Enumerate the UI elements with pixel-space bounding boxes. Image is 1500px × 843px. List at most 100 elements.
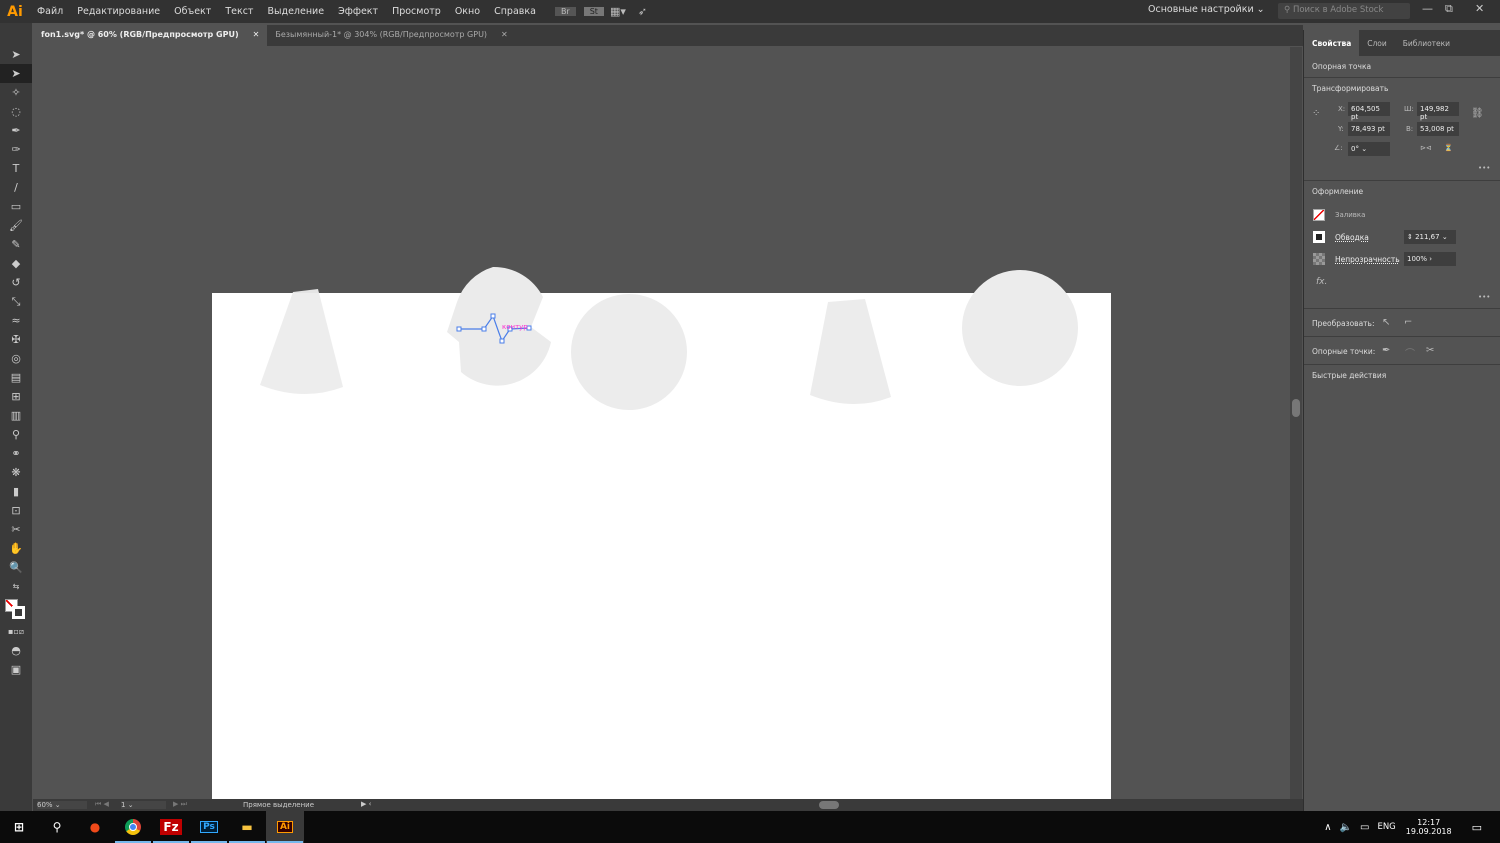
menu-edit[interactable]: Редактирование	[70, 6, 167, 17]
selection-tool-icon[interactable]: ➤	[0, 45, 32, 64]
first-artboard-icon[interactable]: ⏮ ◀	[95, 800, 109, 809]
hand-tool-icon[interactable]: ✋	[0, 539, 32, 558]
horizontal-scroll-thumb[interactable]	[819, 801, 839, 809]
tab-properties[interactable]: Свойства	[1304, 30, 1360, 56]
clock[interactable]: 12:17 19.09.2018	[1406, 818, 1452, 836]
close-icon[interactable]: ✕	[1475, 2, 1484, 15]
x-input[interactable]: 604,505 pt	[1348, 102, 1390, 121]
restore-icon[interactable]: ⧉	[1445, 2, 1453, 16]
mesh-tool-icon[interactable]: ⊞	[0, 387, 32, 406]
paintbrush-tool-icon[interactable]: 🖌	[0, 216, 32, 235]
gpu-performance-icon[interactable]: ➶	[632, 5, 653, 18]
blend-tool-icon[interactable]: ⚭	[0, 444, 32, 463]
pen-tool-icon[interactable]: ✒	[0, 121, 32, 140]
last-artboard-icon[interactable]: ▶ ⏭	[173, 800, 187, 809]
menu-effect[interactable]: Эффект	[331, 6, 385, 17]
stock-button[interactable]: St	[583, 7, 604, 16]
notifications-icon[interactable]: ▭	[1472, 821, 1482, 834]
scale-tool-icon[interactable]: ⤡	[0, 292, 32, 311]
filezilla-icon[interactable]: Fz	[152, 811, 190, 843]
y-input[interactable]: 78,493 pt	[1348, 122, 1390, 136]
gradient-tool-icon[interactable]: ▥	[0, 406, 32, 425]
minimize-icon[interactable]: —	[1422, 2, 1433, 15]
screen-mode-icon[interactable]: ▣	[0, 660, 32, 679]
tab-libraries[interactable]: Библиотеки	[1395, 30, 1458, 56]
shape-builder-tool-icon[interactable]: ◎	[0, 349, 32, 368]
workspace-switcher[interactable]: Основные настройки ⌄	[1148, 4, 1265, 15]
file-explorer-icon[interactable]: ▬	[228, 811, 266, 843]
fill-stroke-swatch[interactable]	[0, 596, 32, 622]
reference-point-icon[interactable]: ⁘	[1312, 108, 1320, 119]
close-tab-icon[interactable]: ✕	[501, 30, 508, 41]
lasso-tool-icon[interactable]: ◌	[0, 102, 32, 121]
vertical-scrollbar[interactable]	[1290, 47, 1302, 799]
menu-select[interactable]: Выделение	[260, 6, 331, 17]
convert-smooth-icon[interactable]: ⌐	[1404, 317, 1412, 328]
direct-selection-tool-icon[interactable]: ➤	[0, 64, 32, 83]
fx-button[interactable]: fx.	[1316, 277, 1327, 287]
connect-anchors-icon[interactable]: ⌒	[1405, 345, 1415, 360]
arrange-documents-icon[interactable]: ▦▾	[604, 5, 632, 18]
remove-anchor-icon[interactable]: ✒	[1382, 345, 1390, 356]
shaper-tool-icon[interactable]: ✎	[0, 235, 32, 254]
tray-chevron-icon[interactable]: ∧	[1324, 822, 1331, 833]
canvas[interactable]: контур	[33, 47, 1290, 799]
flip-horizontal-icon[interactable]: ⊳⊲	[1420, 144, 1432, 152]
magic-wand-tool-icon[interactable]: ✧	[0, 83, 32, 102]
chrome-icon[interactable]	[114, 811, 152, 843]
menu-help[interactable]: Справка	[487, 6, 543, 17]
artboard-select[interactable]: 1 ⌄	[121, 801, 166, 809]
illustrator-icon[interactable]: Ai	[266, 811, 304, 843]
tab-untitled[interactable]: Безымянный-1* @ 304% (RGB/Предпросмотр G…	[267, 25, 515, 46]
constrain-proportions-icon[interactable]: ⛓	[1471, 108, 1484, 119]
curvature-tool-icon[interactable]: ✑	[0, 140, 32, 159]
zoom-tool-icon[interactable]: 🔍	[0, 558, 32, 577]
tab-fon1[interactable]: fon1.svg* @ 60% (RGB/Предпросмотр GPU) ✕	[33, 25, 268, 46]
search-icon[interactable]: ⚲	[38, 811, 76, 843]
language-indicator[interactable]: ENG	[1377, 822, 1395, 832]
menu-object[interactable]: Объект	[167, 6, 218, 17]
height-input[interactable]: 53,008 pt	[1417, 122, 1459, 136]
rotate-tool-icon[interactable]: ↺	[0, 273, 32, 292]
more-options-icon[interactable]: •••	[1478, 293, 1490, 301]
type-tool-icon[interactable]: T	[0, 159, 32, 178]
flip-vertical-icon[interactable]: ⏳	[1444, 144, 1453, 152]
photoshop-icon[interactable]: Ps	[190, 811, 228, 843]
eyedropper-tool-icon[interactable]: ⚲	[0, 425, 32, 444]
column-graph-tool-icon[interactable]: ▮	[0, 482, 32, 501]
menu-text[interactable]: Текст	[218, 6, 260, 17]
start-button[interactable]: ⊞	[0, 811, 38, 843]
stock-search-input[interactable]: ⚲ Поиск в Adobe Stock	[1278, 3, 1410, 19]
symbol-sprayer-tool-icon[interactable]: ❋	[0, 463, 32, 482]
network-icon[interactable]: ▭	[1360, 822, 1369, 833]
scroll-thumb[interactable]	[1292, 399, 1300, 417]
opacity-input[interactable]: 100% ›	[1404, 252, 1456, 266]
tab-layers[interactable]: Слои	[1359, 30, 1395, 56]
draw-mode-icon[interactable]: ◓	[0, 641, 32, 660]
swap-fill-stroke-icon[interactable]: ⇆	[0, 577, 32, 596]
cut-path-icon[interactable]: ✂	[1426, 345, 1434, 356]
line-tool-icon[interactable]: /	[0, 178, 32, 197]
stroke-link[interactable]: Обводка	[1335, 233, 1369, 242]
status-menu-icon[interactable]: ▶ ‹	[361, 800, 371, 808]
artboard-tool-icon[interactable]: ⊡	[0, 501, 32, 520]
convert-corner-icon[interactable]: ↖	[1382, 317, 1390, 328]
more-options-icon[interactable]: •••	[1478, 164, 1490, 172]
menu-window[interactable]: Окно	[448, 6, 487, 17]
menu-file[interactable]: Файл	[30, 6, 70, 17]
width-input[interactable]: 149,982 pt	[1417, 102, 1459, 121]
opacity-link[interactable]: Непрозрачность	[1335, 255, 1400, 264]
app-icon-orange[interactable]: ●	[76, 811, 114, 843]
puppet-warp-tool-icon[interactable]: ✠	[0, 330, 32, 349]
color-mode-icon[interactable]: ▪▫⧄	[0, 622, 32, 641]
stroke-weight-input[interactable]: ⇕ 211,67 ⌄	[1404, 230, 1456, 244]
menu-view[interactable]: Просмотр	[385, 6, 448, 17]
stroke-swatch[interactable]	[1313, 231, 1325, 243]
perspective-grid-tool-icon[interactable]: ▤	[0, 368, 32, 387]
eraser-tool-icon[interactable]: ◆	[0, 254, 32, 273]
close-tab-icon[interactable]: ✕	[253, 30, 260, 41]
angle-input[interactable]: 0° ⌄	[1348, 142, 1390, 156]
zoom-select[interactable]: 60% ⌄	[37, 801, 87, 809]
slice-tool-icon[interactable]: ✂	[0, 520, 32, 539]
warp-tool-icon[interactable]: ≈	[0, 311, 32, 330]
